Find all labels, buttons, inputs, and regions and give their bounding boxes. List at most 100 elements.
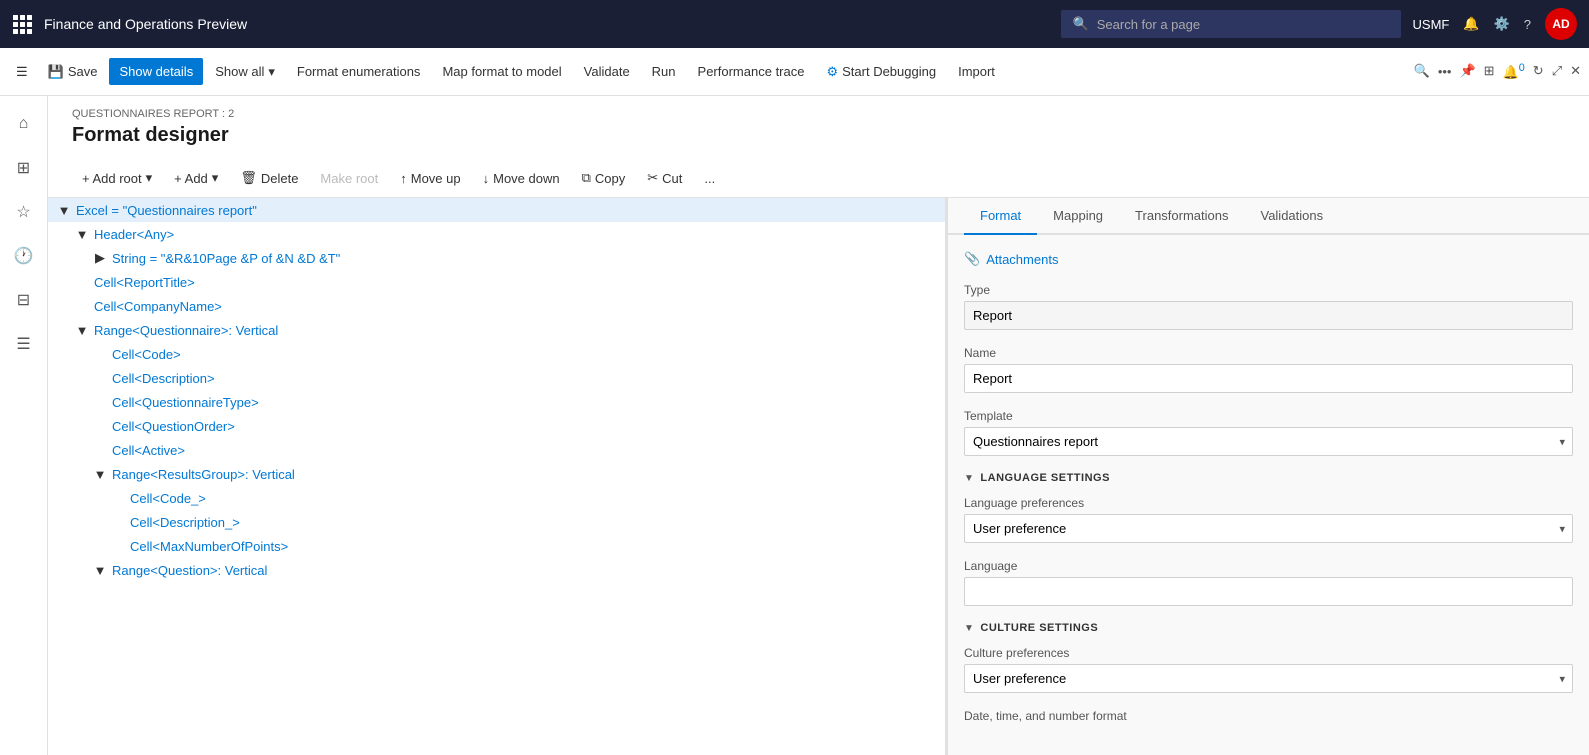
save-button[interactable]: 💾 Save bbox=[38, 58, 108, 86]
format-enumerations-button[interactable]: Format enumerations bbox=[287, 58, 431, 85]
cut-icon: ✂ bbox=[647, 170, 658, 186]
tree-item[interactable]: Cell<CompanyName> bbox=[48, 294, 945, 318]
tree-toggle-icon[interactable]: ▶ bbox=[92, 250, 108, 266]
tree-item-label: String = "&R&10Page &P of &N &D &T" bbox=[112, 251, 340, 266]
culture-settings-header: ▼ CULTURE SETTINGS bbox=[964, 622, 1573, 634]
language-preferences-select-wrapper: User preference en-US de-DE fr-FR ▾ bbox=[964, 514, 1573, 543]
tree-item[interactable]: ▼ Range<Questionnaire>: Vertical bbox=[48, 318, 945, 342]
home-icon[interactable]: ⌂ bbox=[4, 104, 44, 144]
attachments-link[interactable]: 📎 Attachments bbox=[964, 251, 1573, 267]
avatar[interactable]: AD bbox=[1545, 8, 1577, 40]
add-button[interactable]: + Add ▾ bbox=[164, 165, 228, 191]
tree-toggle-icon[interactable]: ▼ bbox=[74, 322, 90, 338]
move-down-button[interactable]: ↓ Move down bbox=[473, 166, 570, 191]
language-input[interactable] bbox=[964, 577, 1573, 606]
tree-toggle-icon bbox=[110, 514, 126, 530]
topbar-right: USMF 🔔 ⚙️ ? AD bbox=[1413, 8, 1577, 40]
copy-button[interactable]: ⧉ Copy bbox=[572, 165, 636, 191]
tree-item[interactable]: Cell<Code> bbox=[48, 342, 945, 366]
tree-item[interactable]: Cell<Code_> bbox=[48, 486, 945, 510]
refresh-icon[interactable]: ↻ bbox=[1533, 63, 1544, 79]
tab-format[interactable]: Format bbox=[964, 198, 1037, 235]
expand-icon[interactable]: ⤢ bbox=[1552, 63, 1562, 79]
cut-button[interactable]: ✂ Cut bbox=[637, 165, 692, 191]
username: USMF bbox=[1413, 17, 1450, 32]
type-input[interactable] bbox=[964, 301, 1573, 330]
tree-item-label: Header<Any> bbox=[94, 227, 174, 242]
name-input[interactable] bbox=[964, 364, 1573, 393]
tree-toggle-icon bbox=[74, 274, 90, 290]
filter-icon[interactable]: ⊞ bbox=[4, 148, 44, 188]
tree-item[interactable]: Cell<Description_> bbox=[48, 510, 945, 534]
tree-item[interactable]: ▶ String = "&R&10Page &P of &N &D &T" bbox=[48, 246, 945, 270]
settings-icon[interactable]: ⚙️ bbox=[1494, 16, 1510, 32]
language-preferences-select[interactable]: User preference en-US de-DE fr-FR bbox=[964, 514, 1573, 543]
start-debugging-button[interactable]: ⚙ Start Debugging bbox=[816, 58, 946, 86]
map-format-button[interactable]: Map format to model bbox=[432, 58, 571, 85]
culture-section-toggle[interactable]: ▼ bbox=[964, 623, 974, 634]
split-pane: ▼ Excel = "Questionnaires report" ▼ Header<… bbox=[48, 198, 1589, 755]
tree-item-label: Cell<QuestionnaireType> bbox=[112, 395, 259, 410]
tree-toggle-icon[interactable]: ▼ bbox=[74, 226, 90, 242]
language-preferences-label: Language preferences bbox=[964, 496, 1573, 510]
tab-validations[interactable]: Validations bbox=[1244, 198, 1339, 235]
language-section-toggle[interactable]: ▼ bbox=[964, 473, 974, 484]
move-up-button[interactable]: ↑ Move up bbox=[390, 166, 470, 191]
more-toolbar-button[interactable]: ... bbox=[694, 166, 725, 191]
tree-pane: ▼ Excel = "Questionnaires report" ▼ Header<… bbox=[48, 198, 948, 755]
panel-content: 📎 Attachments Type Name bbox=[948, 235, 1589, 755]
tree-item[interactable]: Cell<Active> bbox=[48, 438, 945, 462]
notification-count-icon[interactable]: 🔔0 bbox=[1503, 62, 1525, 80]
tree-item-label: Range<Questionnaire>: Vertical bbox=[94, 323, 278, 338]
notification-icon[interactable]: 🔔 bbox=[1463, 16, 1479, 32]
page-title: Format designer bbox=[72, 124, 1565, 147]
search-toolbar-icon[interactable]: 🔍 bbox=[1414, 63, 1430, 79]
global-search[interactable]: 🔍 Search for a page bbox=[1061, 10, 1401, 38]
list-icon[interactable]: ☰ bbox=[4, 324, 44, 364]
tree-toggle-icon[interactable]: ▼ bbox=[92, 562, 108, 578]
help-icon[interactable]: ? bbox=[1524, 17, 1531, 32]
tree-item[interactable]: ▼ Header<Any> bbox=[48, 222, 945, 246]
tab-transformations[interactable]: Transformations bbox=[1119, 198, 1244, 235]
tree-item[interactable]: Cell<QuestionOrder> bbox=[48, 414, 945, 438]
tree-item[interactable]: ▼Range<Question>: Vertical bbox=[48, 558, 945, 582]
culture-preferences-select-wrapper: User preference en-US de-DE fr-FR ▾ bbox=[964, 664, 1573, 693]
validate-button[interactable]: Validate bbox=[574, 58, 640, 85]
workspaces-icon[interactable]: ⊟ bbox=[4, 280, 44, 320]
run-button[interactable]: Run bbox=[642, 58, 686, 85]
show-details-button[interactable]: Show details bbox=[109, 58, 203, 85]
tree-toggle-icon bbox=[92, 394, 108, 410]
tree-item[interactable]: Cell<MaxNumberOfPoints> bbox=[48, 534, 945, 558]
add-root-button[interactable]: + Add root ▾ bbox=[72, 165, 162, 191]
copy-icon: ⧉ bbox=[582, 170, 591, 186]
import-button[interactable]: Import bbox=[948, 58, 1005, 85]
tree-item-label: Cell<CompanyName> bbox=[94, 299, 222, 314]
culture-preferences-select[interactable]: User preference en-US de-DE fr-FR bbox=[964, 664, 1573, 693]
pin-icon[interactable]: 📌 bbox=[1459, 63, 1475, 79]
split-icon[interactable]: ⊞ bbox=[1484, 63, 1495, 79]
tree-item[interactable]: Cell<ReportTitle> bbox=[48, 270, 945, 294]
paperclip-icon: 📎 bbox=[964, 251, 980, 267]
tree-item[interactable]: ▼ Excel = "Questionnaires report" bbox=[48, 198, 945, 222]
more-options-icon[interactable]: ••• bbox=[1438, 64, 1452, 79]
recent-icon[interactable]: 🕐 bbox=[4, 236, 44, 276]
delete-button[interactable]: 🗑 Delete bbox=[230, 165, 308, 191]
grid-icon[interactable] bbox=[12, 14, 32, 34]
app-title: Finance and Operations Preview bbox=[44, 16, 1049, 32]
tree-toggle-icon[interactable]: ▼ bbox=[92, 466, 108, 482]
tree-toggle-icon[interactable]: ▼ bbox=[56, 202, 72, 218]
favorites-icon[interactable]: ☆ bbox=[4, 192, 44, 232]
tree-item[interactable]: Cell<Description> bbox=[48, 366, 945, 390]
performance-trace-button[interactable]: Performance trace bbox=[688, 58, 815, 85]
tree-item-label: Cell<Active> bbox=[112, 443, 185, 458]
culture-preferences-label: Culture preferences bbox=[964, 646, 1573, 660]
hamburger-button[interactable]: ☰ bbox=[8, 58, 36, 86]
show-all-button[interactable]: Show all ▾ bbox=[205, 58, 285, 86]
tree-item[interactable]: Cell<QuestionnaireType> bbox=[48, 390, 945, 414]
tab-mapping[interactable]: Mapping bbox=[1037, 198, 1119, 235]
language-label: Language bbox=[964, 559, 1573, 573]
tree-item[interactable]: ▼Range<ResultsGroup>: Vertical bbox=[48, 462, 945, 486]
close-icon[interactable]: ✕ bbox=[1570, 63, 1581, 79]
template-select[interactable]: Questionnaires report bbox=[964, 427, 1573, 456]
tree-item-label: Excel = "Questionnaires report" bbox=[76, 203, 257, 218]
